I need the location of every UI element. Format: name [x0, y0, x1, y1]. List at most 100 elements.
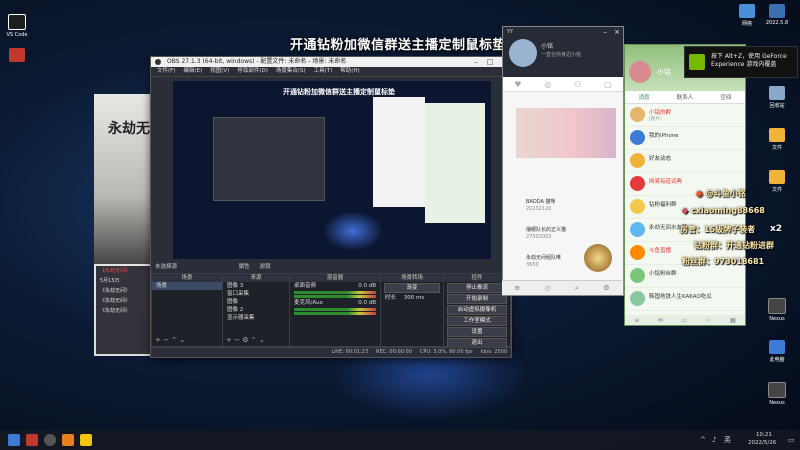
avatar[interactable]: [509, 39, 537, 67]
app-icon[interactable]: [62, 434, 74, 446]
mail-icon[interactable]: ✉: [658, 317, 663, 324]
settings-icon[interactable]: ⚙: [603, 284, 609, 292]
geforce-notification[interactable]: 按下 Alt+Z，使用 GeForce Experience 游戏内覆盖: [684, 46, 798, 78]
remove-icon[interactable]: −: [234, 336, 240, 344]
avatar: [630, 176, 645, 191]
app-icon[interactable]: [80, 434, 92, 446]
down-icon[interactable]: ⌄: [179, 336, 185, 344]
desktop-icon-r2[interactable]: 网络: [734, 4, 760, 27]
tab-space[interactable]: 空间: [720, 93, 731, 101]
obs-statusbar: LIVE: 00:01:23 REC: 00:00:00 CPU: 3.0%, …: [151, 347, 511, 356]
transition-select[interactable]: 渐变: [384, 283, 440, 293]
chat-item[interactable]: 好友动态: [625, 150, 745, 173]
desktop-icon-folder2[interactable]: 文件: [764, 170, 790, 193]
maximize-icon[interactable]: □: [483, 57, 497, 67]
desktop-icon-nexus[interactable]: Nexus: [764, 298, 790, 322]
desktop-icon-1[interactable]: VS Code: [4, 14, 30, 38]
yy-entry-name[interactable]: 播眼队长的正义猫: [526, 226, 566, 233]
input-language[interactable]: 英: [724, 435, 731, 445]
yy-entry-name[interactable]: BADDA 猫咪: [526, 198, 555, 205]
close-icon[interactable]: ×: [611, 27, 623, 37]
clock-date[interactable]: 2022/5/26: [748, 440, 776, 446]
tab-messages[interactable]: 消息: [639, 93, 650, 101]
desktop-icon-r1[interactable]: 2022.5.8: [764, 4, 790, 26]
scene-item[interactable]: 场景: [152, 282, 222, 290]
stop-streaming-button[interactable]: 停止推流: [447, 283, 507, 293]
heart-icon[interactable]: ♥: [514, 80, 521, 89]
menu-tools[interactable]: 工具(T): [314, 67, 333, 76]
app-icon[interactable]: [26, 434, 38, 446]
search-icon[interactable]: ⌕: [575, 284, 579, 293]
source-item[interactable]: 图像 3: [223, 282, 289, 290]
volume-icon[interactable]: ♪: [712, 436, 716, 444]
down-icon[interactable]: ⌄: [259, 336, 265, 344]
people-icon[interactable]: ⚇: [574, 80, 581, 89]
menu-file[interactable]: 文件(F): [157, 67, 175, 76]
chat-item[interactable]: 小铭的群 [图片]: [625, 104, 745, 127]
duration-input[interactable]: 300 ms: [404, 295, 424, 301]
desktop-icon-nexus2[interactable]: Nexus: [764, 382, 790, 406]
source-item[interactable]: 图像 2: [223, 306, 289, 314]
avatar[interactable]: [629, 61, 651, 83]
virtual-camera-button[interactable]: 启动虚拟摄像机: [447, 305, 507, 315]
bitrate-status: kb/s: 2500: [480, 349, 507, 355]
target-icon[interactable]: ◎: [544, 80, 551, 89]
weibo-icon: ◆: [682, 206, 689, 215]
add-icon[interactable]: +: [155, 336, 161, 344]
studio-mode-button[interactable]: 工作室模式: [447, 316, 507, 326]
add-icon[interactable]: +: [226, 336, 232, 344]
up-icon[interactable]: ⌃: [251, 336, 257, 344]
start-icon[interactable]: [8, 434, 20, 446]
folder-icon: [769, 128, 785, 142]
clock-time[interactable]: 10:21: [756, 432, 772, 438]
chat-item[interactable]: 小铭粉丝群: [625, 265, 745, 288]
menu-icon[interactable]: ≡: [514, 284, 520, 292]
source-item[interactable]: 显示器采集: [223, 314, 289, 322]
mixer-channel-desktop: 桌面音频 0.0 dB: [294, 283, 376, 289]
gift-icon[interactable]: ◇: [545, 284, 550, 292]
yy-gold-badge-icon[interactable]: [584, 244, 612, 272]
filters-button[interactable]: 滤镜: [260, 264, 271, 270]
source-item[interactable]: 窗口采集: [223, 290, 289, 298]
minimize-icon[interactable]: –: [599, 27, 611, 37]
notification-icon[interactable]: ▭: [788, 436, 795, 444]
start-recording-button[interactable]: 开始录制: [447, 294, 507, 304]
desktop-icon-2[interactable]: [4, 48, 30, 64]
menu-view[interactable]: 视图(V): [210, 67, 229, 76]
tray-chevron-icon[interactable]: ^: [700, 436, 706, 444]
remove-icon[interactable]: −: [163, 336, 169, 344]
up-icon[interactable]: ⌃: [171, 336, 177, 344]
obs-preview[interactable]: 开通钻粉加微信群送主播定制鼠标垫: [173, 81, 491, 259]
properties-button[interactable]: 属性: [239, 264, 250, 270]
obs-icon[interactable]: [44, 434, 56, 446]
computer-icon: [769, 340, 785, 354]
folder-icon[interactable]: ▭: [682, 317, 688, 324]
settings-button[interactable]: 设置: [447, 327, 507, 337]
minimize-icon[interactable]: –: [469, 57, 483, 67]
nested-qq-preview: [425, 103, 485, 223]
volume-slider[interactable]: [294, 295, 376, 298]
source-item[interactable]: 图像: [223, 298, 289, 306]
square-icon[interactable]: ▢: [604, 80, 612, 89]
yy-banner-image[interactable]: [516, 108, 616, 158]
desktop-icon-recycle[interactable]: 回收站: [764, 86, 790, 109]
grid-icon[interactable]: ▦: [730, 317, 736, 324]
menu-scene-collection[interactable]: 场景集合(S): [276, 67, 306, 76]
yy-entry-name[interactable]: 永劫无间组队唯: [526, 254, 561, 261]
volume-slider[interactable]: [294, 312, 376, 315]
obs-titlebar[interactable]: OBS 27.1.3 (64-bit, windows) - 配置文件: 未命名…: [151, 57, 511, 67]
desktop-icon-folder1[interactable]: 文件: [764, 128, 790, 151]
desktop-icon-pc[interactable]: 此电脑: [764, 340, 790, 363]
gear-icon[interactable]: ⚙: [242, 336, 248, 344]
menu-help[interactable]: 帮助(H): [340, 67, 359, 76]
menu-icon[interactable]: ≡: [634, 317, 639, 324]
chat-item[interactable]: 我的iPhone: [625, 127, 745, 150]
menu-docks[interactable]: 停靠部件(D): [237, 67, 268, 76]
chat-item[interactable]: 韩国地铁人生KAKAO吃瓜: [625, 288, 745, 311]
avatar: [630, 222, 645, 237]
menu-edit[interactable]: 编辑(E): [183, 67, 202, 76]
tab-contacts[interactable]: 联系人: [677, 93, 694, 101]
folder-icon: [769, 4, 785, 18]
star-icon[interactable]: ☆: [706, 317, 711, 324]
nested-wallpaper-glow: [323, 211, 383, 251]
